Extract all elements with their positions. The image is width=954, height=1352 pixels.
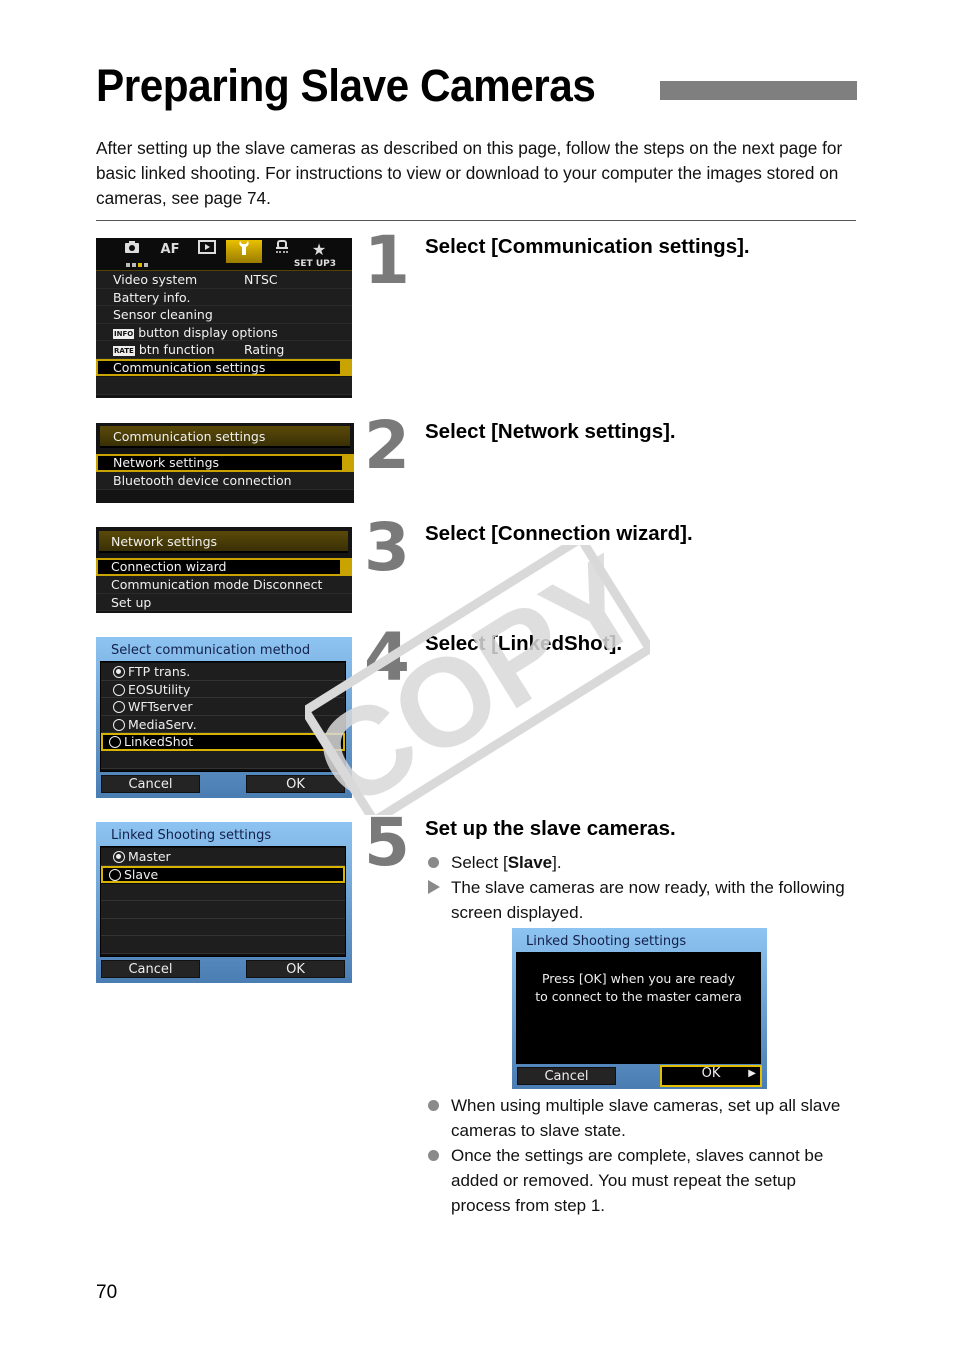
- wrench-icon[interactable]: [226, 240, 262, 263]
- menu-item-sensor-cleaning[interactable]: Sensor cleaning: [96, 306, 352, 324]
- menu-page-label: SET UP3: [293, 259, 336, 269]
- menu-tabs: AF ★ SET UP3: [96, 238, 352, 271]
- step5-notes: When using multiple slave cameras, set u…: [426, 1093, 856, 1218]
- menu-item-value: NTSC: [244, 272, 278, 287]
- screen-header: Communication settings: [100, 426, 350, 448]
- page-number: 70: [96, 1282, 118, 1303]
- step-number: 2: [364, 407, 410, 484]
- empty-row: [101, 901, 345, 919]
- cancel-button[interactable]: Cancel: [101, 960, 200, 978]
- result-item: The slave cameras are now ready, with th…: [426, 875, 856, 925]
- af-icon[interactable]: AF: [152, 240, 188, 260]
- ok-button[interactable]: OK: [246, 775, 345, 793]
- screen-linked-ready: Linked Shooting settings Press [OK] when…: [512, 928, 767, 1089]
- menu-item-bluetooth[interactable]: Bluetooth device connection: [96, 472, 354, 490]
- ok-button[interactable]: OK ▶: [660, 1065, 762, 1087]
- page-title: Preparing Slave Cameras: [96, 60, 596, 111]
- menu-item-network-settings[interactable]: Network settings: [96, 454, 354, 472]
- copy-watermark: COPY: [305, 545, 650, 815]
- step-number: 1: [364, 222, 410, 299]
- bullet-item: Select [Slave].: [426, 850, 856, 875]
- message-area: Press [OK] when you are ready to connect…: [516, 952, 761, 1064]
- radio-icon: [113, 718, 125, 731]
- menu-item-value: Rating: [244, 342, 285, 357]
- empty-row: [101, 883, 345, 901]
- menu-item-value: Disconnect: [252, 577, 323, 592]
- step-title: Select [LinkedShot].: [425, 632, 623, 655]
- message-line: to connect to the master camera: [535, 989, 742, 1004]
- option-wftserver[interactable]: WFTserver: [101, 698, 345, 716]
- ok-button[interactable]: OK: [246, 960, 345, 978]
- step-title: Select [Network settings].: [425, 420, 676, 443]
- screen-header: Network settings: [99, 531, 348, 553]
- step-title: Select [Communication settings].: [425, 235, 750, 258]
- step-number: 3: [364, 509, 410, 586]
- option-eosutility[interactable]: EOSUtility: [101, 680, 345, 698]
- menu-item-set-up[interactable]: Set up: [96, 593, 352, 611]
- rate-button-icon: RATE: [113, 346, 135, 356]
- bullet-dot-icon: [428, 1150, 439, 1161]
- options-list: FTP trans. EOSUtility WFTserver MediaSer…: [100, 661, 346, 772]
- menu-empty-row: [96, 377, 352, 395]
- option-master[interactable]: Master: [101, 848, 345, 866]
- result-arrow-icon: [428, 880, 440, 894]
- empty-row: [101, 918, 345, 936]
- option-linkedshot[interactable]: LinkedShot: [101, 733, 345, 751]
- title-decoration-bar: [660, 81, 857, 100]
- message-line: Press [OK] when you are ready: [541, 971, 736, 986]
- step-title: Select [Connection wizard].: [425, 522, 693, 545]
- note-item: When using multiple slave cameras, set u…: [426, 1093, 856, 1143]
- menu-item-rate-btn-function[interactable]: RATE btn function Rating: [96, 341, 352, 359]
- star-icon[interactable]: ★: [301, 240, 337, 260]
- step-title: Set up the slave cameras.: [425, 817, 676, 840]
- info-button-icon: INFO: [113, 328, 135, 339]
- option-mediaserv[interactable]: MediaServ.: [101, 715, 345, 733]
- playback-icon[interactable]: [189, 240, 225, 260]
- radio-checked-icon: [113, 666, 125, 678]
- cancel-button[interactable]: Cancel: [517, 1067, 616, 1085]
- step5-instructions: Select [Slave]. The slave cameras are no…: [426, 850, 856, 925]
- option-slave[interactable]: Slave: [101, 865, 345, 883]
- empty-row: [101, 936, 345, 954]
- radio-icon: [109, 736, 121, 748]
- watermark-text: COPY: [305, 545, 650, 815]
- cancel-button[interactable]: Cancel: [101, 775, 200, 793]
- screen-communication-settings: Communication settings Network settings …: [96, 423, 354, 503]
- screen-linked-shooting-settings: Linked Shooting settings Master Slave Ca…: [96, 822, 352, 983]
- screen-network-settings: Network settings Connection wizard Commu…: [96, 527, 352, 613]
- options-list: Master Slave: [100, 846, 346, 957]
- option-ftp[interactable]: FTP trans.: [101, 663, 345, 681]
- bullet-dot-icon: [428, 1100, 439, 1111]
- note-item: Once the settings are complete, slaves c…: [426, 1143, 856, 1218]
- menu-item-battery-info[interactable]: Battery info.: [96, 288, 352, 306]
- camera-icon[interactable]: [114, 240, 150, 260]
- menu-item-communication-mode[interactable]: Communication mode Disconnect: [96, 576, 352, 594]
- bullet-dot-icon: [428, 857, 439, 868]
- screen-title: Linked Shooting settings: [526, 934, 687, 949]
- empty-row: [101, 751, 345, 769]
- screen-title: Linked Shooting settings: [111, 828, 272, 843]
- radio-icon: [113, 701, 125, 713]
- menu-item-connection-wizard[interactable]: Connection wizard: [96, 558, 352, 576]
- radio-icon: [109, 868, 121, 881]
- custom-functions-icon[interactable]: [264, 240, 300, 260]
- step-number: 4: [364, 619, 410, 696]
- menu-item-info-button-display[interactable]: INFO button display options: [96, 323, 352, 341]
- screen-setup-menu: AF ★ SET UP3 Video system NTSC Battery i…: [96, 238, 352, 398]
- page-indicator: [126, 263, 150, 267]
- radio-icon: [113, 683, 125, 696]
- arrow-right-icon: ▶: [748, 1068, 756, 1079]
- step-number: 5: [364, 804, 410, 881]
- menu-item-communication-settings[interactable]: Communication settings: [96, 358, 352, 376]
- divider: [96, 220, 856, 221]
- radio-checked-icon: [113, 851, 125, 863]
- menu-item-video-system[interactable]: Video system NTSC: [96, 271, 352, 289]
- intro-paragraph: After setting up the slave cameras as de…: [96, 138, 843, 208]
- screen-select-communication-method: Select communication method FTP trans. E…: [96, 637, 352, 798]
- screen-title: Select communication method: [111, 643, 311, 658]
